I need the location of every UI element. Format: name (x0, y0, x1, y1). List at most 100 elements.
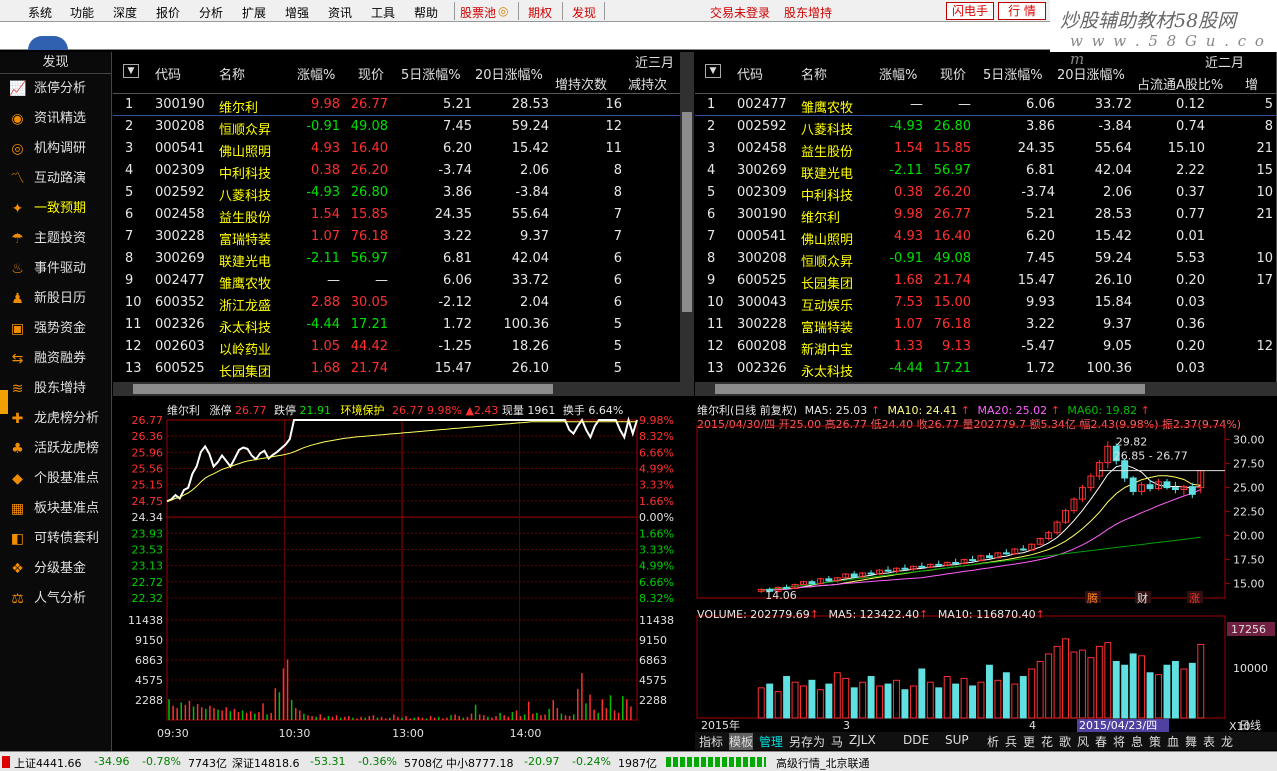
menu-discover[interactable]: 发现 (572, 4, 596, 21)
table-row[interactable]: 8 300269 联建光电 -2.11 56.97 6.81 42.04 6 (113, 248, 693, 270)
table-row[interactable]: 5 002309 中利科技 0.38 26.20 -3.74 2.06 0.37 10 (695, 182, 1276, 204)
numeric-cell: 0.37 (1176, 185, 1205, 200)
sme-index[interactable]: 中小8777.18 (446, 755, 514, 771)
sz-index[interactable]: 深证14818.6 (232, 755, 300, 771)
sidebar-item[interactable]: 📈 涨停分析 (0, 74, 111, 104)
menu-news[interactable]: 资讯 (328, 4, 352, 21)
sidebar-item[interactable]: ▦ 板块基准点 (0, 494, 111, 524)
indicator-tab[interactable]: 血 (1167, 733, 1179, 750)
table-row[interactable]: 10 600352 浙江龙盛 2.88 30.05 -2.12 2.04 6 (113, 292, 693, 314)
indicator-tab[interactable]: 指标 (699, 733, 723, 750)
table-row[interactable]: 11 300228 富瑞特装 1.07 76.18 3.22 9.37 0.36 (695, 314, 1276, 336)
menu-extend[interactable]: 扩展 (242, 4, 266, 21)
flash-trade-button[interactable]: 闪电手 (946, 2, 994, 20)
sidebar-item[interactable]: ◉ 资讯精选 (0, 104, 111, 134)
indicator-tab[interactable]: 歌 (1059, 733, 1071, 750)
table-row[interactable]: 7 000541 佛山照明 4.93 16.40 6.20 15.42 0.01 (695, 226, 1276, 248)
sidebar-item[interactable]: ♣ 活跃龙虎榜 (0, 434, 111, 464)
table-row[interactable]: 11 002326 永太科技 -4.44 17.21 1.72 100.36 5 (113, 314, 693, 336)
sort-dropdown-icon[interactable]: ▼ (123, 64, 139, 78)
indicator-tab[interactable]: 析 (987, 733, 999, 750)
menu-analysis[interactable]: 分析 (199, 4, 223, 21)
table-row[interactable]: 2 300208 恒顺众昇 -0.91 49.08 7.45 59.24 12 (113, 116, 693, 138)
sidebar-item[interactable]: ♨ 事件驱动 (0, 254, 111, 284)
indicator-tab[interactable]: DDE (903, 733, 929, 747)
price-tick-label: 25.56 (132, 463, 164, 476)
indicator-tab[interactable]: 舞 (1185, 733, 1197, 750)
table-row[interactable]: 1 300190 维尔利 9.98 26.77 5.21 28.53 16 (113, 94, 693, 116)
indicator-tab[interactable]: 表 (1203, 733, 1215, 750)
menu-help[interactable]: 帮助 (414, 4, 438, 21)
table-row[interactable]: 7 300228 富瑞特装 1.07 76.18 3.22 9.37 7 (113, 226, 693, 248)
indicator-tab[interactable]: 策 (1149, 733, 1161, 750)
menu-enhance[interactable]: 增强 (285, 4, 309, 21)
sort-dropdown-icon[interactable]: ▼ (705, 64, 721, 78)
time-tick-label: 14:00 (510, 727, 542, 740)
left-table-hscroll[interactable] (113, 382, 694, 396)
menu-stock-pool[interactable]: 股票池 (460, 4, 496, 21)
indicator-tab[interactable]: 龙 (1221, 733, 1233, 750)
sidebar-item[interactable]: ☂ 主题投资 (0, 224, 111, 254)
table-row[interactable]: 2 002592 八菱科技 -4.93 26.80 3.86 -3.84 0.74 8 (695, 116, 1276, 138)
indicator-tab[interactable]: 兵 (1005, 733, 1017, 750)
indicator-tab[interactable]: 另存为 (789, 733, 825, 750)
market-button[interactable]: 行 情 (998, 2, 1046, 20)
table-row[interactable]: 3 000541 佛山照明 4.93 16.40 6.20 15.42 11 (113, 138, 693, 160)
indicator-tab[interactable]: SUP (945, 733, 969, 747)
indicator-tab[interactable]: 管理 (759, 733, 783, 750)
indicator-tab[interactable]: ZJLX (849, 733, 876, 747)
indicator-tab[interactable]: 春 (1095, 733, 1107, 750)
sidebar-item-icon: ♣ (11, 441, 24, 457)
sidebar-item[interactable]: ✦ 一致预期 (0, 194, 111, 224)
table-row[interactable]: 5 002592 八菱科技 -4.93 26.80 3.86 -3.84 8 (113, 182, 693, 204)
table-row[interactable]: 9 002477 雏鹰农牧 — — 6.06 33.72 6 (113, 270, 693, 292)
price: 15.85 (933, 141, 971, 156)
sidebar-item[interactable]: ⚖ 人气分析 (0, 584, 111, 614)
indicator-tab[interactable]: 更 (1023, 733, 1035, 750)
sidebar-item[interactable]: 〽互动路演 (0, 164, 111, 194)
intraday-chart[interactable]: 维尔利 涨停 26.77 跌停 21.91 环境保护 26.77 9.98% ▲… (113, 398, 694, 748)
indicator-tab[interactable]: 将 (1113, 733, 1125, 750)
sidebar-collapse-handle[interactable] (0, 390, 8, 414)
table-row[interactable]: 13 002326 永太科技 -4.44 17.21 1.72 100.36 0.03 (695, 358, 1276, 380)
right-table-hscroll[interactable] (695, 382, 1277, 396)
sh-index[interactable]: 上证4441.66 (14, 755, 82, 771)
indicator-tab[interactable]: 息 (1131, 733, 1143, 750)
sidebar-item[interactable]: ❖ 分级基金 (0, 554, 111, 584)
table-row[interactable]: 1 002477 雏鹰农牧 — — 6.06 33.72 0.12 5 (695, 94, 1276, 116)
table-row[interactable]: 3 002458 益生股份 1.54 15.85 24.35 55.64 15.10 21 (695, 138, 1276, 160)
table-row[interactable]: 4 002309 中利科技 0.38 26.20 -3.74 2.06 8 (113, 160, 693, 182)
table-row[interactable]: 12 002603 以岭药业 1.05 44.42 -1.25 18.26 5 (113, 336, 693, 358)
table-row[interactable]: 8 300208 恒顺众昇 -0.91 49.08 7.45 59.24 5.53 10 (695, 248, 1276, 270)
kline-chart[interactable]: 维尔利(日线 前复权) MA5: 25.03 ↑ MA10: 24.41 ↑ M… (695, 398, 1277, 748)
menu-system[interactable]: 系统 (28, 4, 52, 21)
table-row[interactable]: 13 600525 长园集团 1.68 21.74 15.47 26.10 5 (113, 358, 693, 380)
menu-tools[interactable]: 工具 (371, 4, 395, 21)
indicator-tab[interactable]: 花 (1041, 733, 1053, 750)
sidebar-item[interactable]: ◎ 机构调研 (0, 134, 111, 164)
trade-login-status[interactable]: 交易未登录 (710, 4, 770, 21)
table-row[interactable]: 9 600525 长园集团 1.68 21.74 15.47 26.10 0.20 17 (695, 270, 1276, 292)
menu-quote[interactable]: 报价 (156, 4, 180, 21)
sidebar-item[interactable]: ✚ 龙虎榜分析 (0, 404, 111, 434)
menu-holders-increase[interactable]: 股东增持 (784, 4, 832, 21)
table-row[interactable]: 10 300043 互动娱乐 7.53 15.00 9.93 15.84 0.03 (695, 292, 1276, 314)
table-row[interactable]: 4 300269 联建光电 -2.11 56.97 6.81 42.04 2.22 15 (695, 160, 1276, 182)
sidebar-item[interactable]: ≋ 股东增持 (0, 374, 111, 404)
menu-function[interactable]: 功能 (70, 4, 94, 21)
sidebar-item[interactable]: ◆ 个股基准点 (0, 464, 111, 494)
table-row[interactable]: 6 002458 益生股份 1.54 15.85 24.35 55.64 7 (113, 204, 693, 226)
table-row[interactable]: 12 600208 新湖中宝 1.33 9.13 -5.47 9.05 0.20 12 (695, 336, 1276, 358)
left-table-vscroll[interactable] (680, 52, 694, 382)
sidebar-item[interactable]: ⇆ 融资融券 (0, 344, 111, 374)
sidebar-item[interactable]: ▣ 强势资金 (0, 314, 111, 344)
indicator-tab[interactable]: 模板 (729, 733, 754, 750)
numeric-cell: 0.03 (1176, 295, 1205, 310)
sidebar-item[interactable]: ◧ 可转债套利 (0, 524, 111, 554)
menu-options[interactable]: 期权 (528, 4, 552, 21)
menu-depth[interactable]: 深度 (113, 4, 137, 21)
sidebar-item[interactable]: ♟ 新股日历 (0, 284, 111, 314)
table-row[interactable]: 6 300190 维尔利 9.98 26.77 5.21 28.53 0.77 21 (695, 204, 1276, 226)
indicator-tab[interactable]: 风 (1077, 733, 1089, 750)
indicator-tab[interactable]: 马 (831, 733, 843, 750)
